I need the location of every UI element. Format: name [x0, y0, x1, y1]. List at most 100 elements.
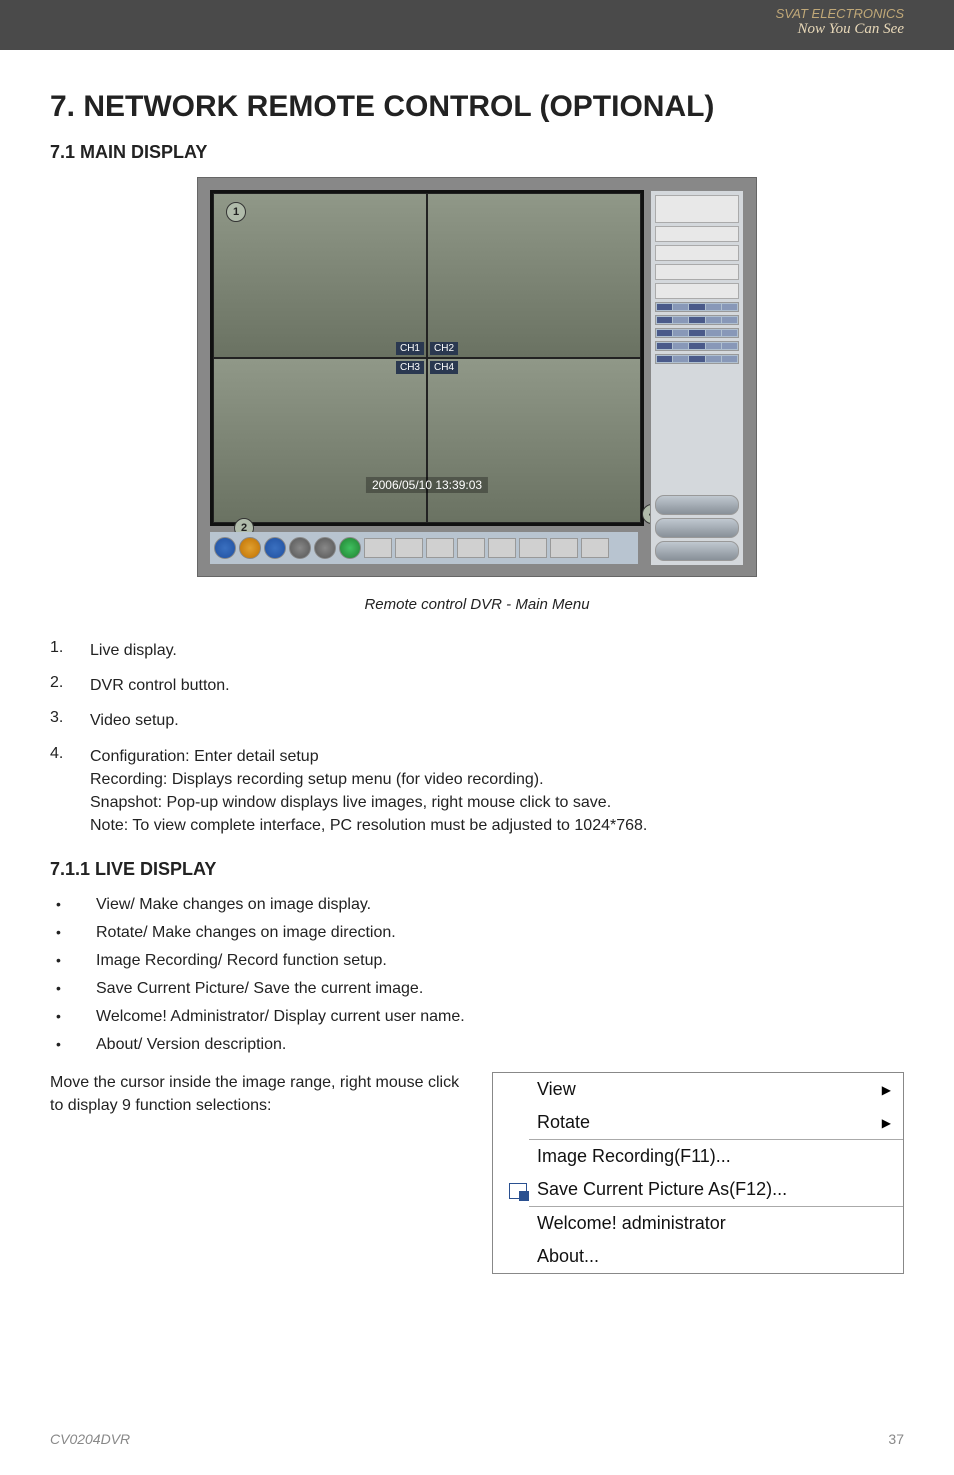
- subsection-7-1-1: 7.1.1 LIVE DISPLAY: [50, 859, 904, 880]
- menu-label: View: [537, 1079, 576, 1100]
- menu-item-rotate[interactable]: Rotate ▶: [493, 1106, 903, 1139]
- save-icon: [509, 1183, 527, 1199]
- page-footer: CV0204DVR 37: [50, 1431, 904, 1447]
- menu-item-image-recording[interactable]: Image Recording(F11)...: [493, 1140, 903, 1173]
- bullet-icon: •: [50, 952, 96, 970]
- side-panel-box: [655, 195, 739, 223]
- label-ch1: CH1: [396, 342, 424, 355]
- side-panel-box: [655, 264, 739, 280]
- side-panel-box: [655, 245, 739, 261]
- header-text: SVAT ELECTRONICS Now You Can See: [776, 6, 904, 38]
- side-panel-bar: [655, 341, 739, 351]
- toolbar-button[interactable]: [289, 537, 311, 559]
- toolbar-button[interactable]: [214, 537, 236, 559]
- list-number: 1.: [50, 639, 90, 662]
- toolbar-button[interactable]: [519, 538, 547, 558]
- toolbar-button[interactable]: [395, 538, 423, 558]
- header-tagline: Now You Can See: [776, 21, 904, 38]
- footer-model: CV0204DVR: [50, 1431, 130, 1447]
- menu-item-about[interactable]: About...: [493, 1240, 903, 1273]
- list-item: •Welcome! Administrator/ Display current…: [50, 1008, 904, 1026]
- video-cell-ch1: CH1: [213, 193, 427, 358]
- list-item: 4. Configuration: Enter detail setup Rec…: [50, 745, 904, 838]
- list-text: Welcome! Administrator/ Display current …: [96, 1008, 465, 1026]
- video-cell-ch3: CH3: [213, 358, 427, 523]
- list-item: 3. Video setup.: [50, 709, 904, 732]
- toolbar-button[interactable]: [550, 538, 578, 558]
- toolbar-button[interactable]: [426, 538, 454, 558]
- dvr-toolbar: [210, 532, 638, 564]
- list-item: •Image Recording/ Record function setup.: [50, 952, 904, 970]
- menu-item-welcome: Welcome! administrator: [493, 1207, 903, 1240]
- list-item: 2. DVR control button.: [50, 674, 904, 697]
- list-number: 3.: [50, 709, 90, 732]
- menu-label: Save Current Picture As(F12)...: [537, 1179, 787, 1200]
- instruction-text: Move the cursor inside the image range, …: [50, 1072, 462, 1117]
- list-text: Image Recording/ Record function setup.: [96, 952, 387, 970]
- numbered-list: 1. Live display. 2. DVR control button. …: [50, 639, 904, 837]
- side-panel-bar: [655, 315, 739, 325]
- side-panel-bar: [655, 354, 739, 364]
- label-ch2: CH2: [430, 342, 458, 355]
- side-panel-box: [655, 283, 739, 299]
- menu-label: Image Recording(F11)...: [537, 1146, 731, 1167]
- remote-control-screenshot: CH1 CH2 CH3 CH4 2006/05/10 13:39:03 1 2 …: [197, 177, 757, 577]
- side-panel-button[interactable]: [655, 495, 739, 515]
- menu-label: About...: [537, 1246, 599, 1267]
- label-ch4: CH4: [430, 361, 458, 374]
- menu-item-save-picture[interactable]: Save Current Picture As(F12)...: [493, 1173, 903, 1206]
- video-cell-ch2: CH2: [427, 193, 641, 358]
- toolbar-button[interactable]: [364, 538, 392, 558]
- toolbar-button[interactable]: [314, 537, 336, 559]
- header-bar: SVAT ELECTRONICS Now You Can See: [0, 0, 954, 50]
- toolbar-button[interactable]: [264, 537, 286, 559]
- list-text: Rotate/ Make changes on image direction.: [96, 924, 396, 942]
- list-text: Video setup.: [90, 709, 179, 732]
- list-text: View/ Make changes on image display.: [96, 896, 371, 914]
- section-title: 7. NETWORK REMOTE CONTROL (OPTIONAL): [50, 90, 904, 124]
- toolbar-button[interactable]: [239, 537, 261, 559]
- list-item: •About/ Version description.: [50, 1036, 904, 1054]
- list-number: 2.: [50, 674, 90, 697]
- side-panel-box: [655, 226, 739, 242]
- video-cell-ch4: CH4: [427, 358, 641, 523]
- menu-item-view[interactable]: View ▶: [493, 1073, 903, 1106]
- side-panel: [650, 190, 744, 566]
- list-text: Save Current Picture/ Save the current i…: [96, 980, 423, 998]
- list-item: •Save Current Picture/ Save the current …: [50, 980, 904, 998]
- toolbar-button[interactable]: [339, 537, 361, 559]
- callout-1: 1: [226, 202, 246, 222]
- list-item: •Rotate/ Make changes on image direction…: [50, 924, 904, 942]
- side-panel-button[interactable]: [655, 518, 739, 538]
- list-item: 1. Live display.: [50, 639, 904, 662]
- bullet-icon: •: [50, 1036, 96, 1054]
- figure: CH1 CH2 CH3 CH4 2006/05/10 13:39:03 1 2 …: [50, 177, 904, 613]
- menu-label: Welcome! administrator: [537, 1213, 726, 1234]
- bullet-list: •View/ Make changes on image display. •R…: [50, 896, 904, 1054]
- list-number: 4.: [50, 745, 90, 838]
- list-item: •View/ Make changes on image display.: [50, 896, 904, 914]
- bullet-icon: •: [50, 924, 96, 942]
- side-panel-button[interactable]: [655, 541, 739, 561]
- bullet-icon: •: [50, 896, 96, 914]
- side-panel-bar: [655, 302, 739, 312]
- header-brand: SVAT ELECTRONICS: [776, 6, 904, 21]
- side-panel-bar: [655, 328, 739, 338]
- bullet-icon: •: [50, 980, 96, 998]
- two-column: Move the cursor inside the image range, …: [50, 1072, 904, 1274]
- footer-page-number: 37: [888, 1431, 904, 1447]
- figure-caption: Remote control DVR - Main Menu: [50, 596, 904, 613]
- toolbar-button[interactable]: [457, 538, 485, 558]
- list-text: DVR control button.: [90, 674, 230, 697]
- list-text: About/ Version description.: [96, 1036, 286, 1054]
- bullet-icon: •: [50, 1008, 96, 1026]
- menu-label: Rotate: [537, 1112, 590, 1133]
- submenu-arrow-icon: ▶: [882, 1083, 891, 1097]
- label-ch3: CH3: [396, 361, 424, 374]
- context-menu: View ▶ Rotate ▶ Image Recording(F11)... …: [492, 1072, 904, 1274]
- list-text: Live display.: [90, 639, 177, 662]
- toolbar-button[interactable]: [581, 538, 609, 558]
- toolbar-button[interactable]: [488, 538, 516, 558]
- submenu-arrow-icon: ▶: [882, 1116, 891, 1130]
- video-grid: CH1 CH2 CH3 CH4 2006/05/10 13:39:03: [210, 190, 644, 526]
